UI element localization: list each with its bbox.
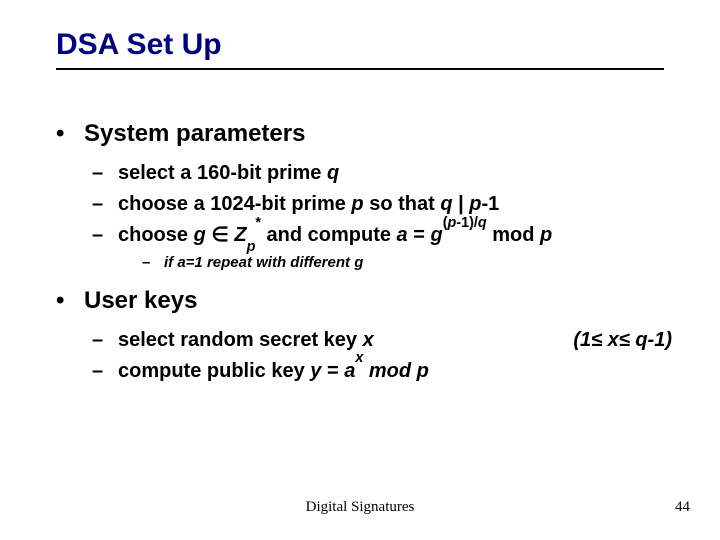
slide-content: • System parameters – select a 160-bit p… [56, 120, 680, 389]
footer-title: Digital Signatures [0, 499, 720, 516]
item-row: select random secret key x (1≤ x≤ q-1) [118, 327, 680, 354]
item-lhs: select random secret key x [118, 327, 374, 354]
sys-item-p: – choose a 1024-bit prime p so that q | … [92, 191, 680, 218]
dash-icon: – [92, 327, 118, 354]
heading-text: System parameters [84, 120, 305, 148]
note-text: if a=1 repeat with different g [164, 253, 363, 273]
sys-item-g: – choose g ∈ Zp* and compute a = g(p-1)/… [92, 222, 680, 249]
user-item-secret-key: – select random secret key x (1≤ x≤ q-1) [92, 327, 680, 354]
bullet-dot-icon: • [56, 120, 84, 148]
item-text: compute public key y = ax mod p [118, 358, 429, 385]
dash-icon: – [92, 160, 118, 187]
dash-icon: – [92, 358, 118, 385]
title-block: DSA Set Up [56, 28, 664, 70]
bullet-system-parameters: • System parameters [56, 120, 680, 148]
heading-text: User keys [84, 287, 197, 315]
slide: DSA Set Up • System parameters – select … [0, 0, 720, 540]
item-text: select a 160-bit prime q [118, 160, 339, 187]
slide-title: DSA Set Up [56, 28, 664, 62]
title-underline [56, 68, 664, 70]
item-range: (1≤ x≤ q-1) [374, 327, 680, 354]
sys-note: – if a=1 repeat with different g [142, 253, 680, 273]
bullet-user-keys: • User keys [56, 287, 680, 315]
bullet-dot-icon: • [56, 287, 84, 315]
item-text: choose g ∈ Zp* and compute a = g(p-1)/q … [118, 222, 552, 249]
user-item-public-key: – compute public key y = ax mod p [92, 358, 680, 385]
sys-item-q: – select a 160-bit prime q [92, 160, 680, 187]
dash-icon: – [142, 253, 164, 273]
dash-icon: – [92, 222, 118, 249]
dash-icon: – [92, 191, 118, 218]
page-number: 44 [675, 499, 690, 516]
